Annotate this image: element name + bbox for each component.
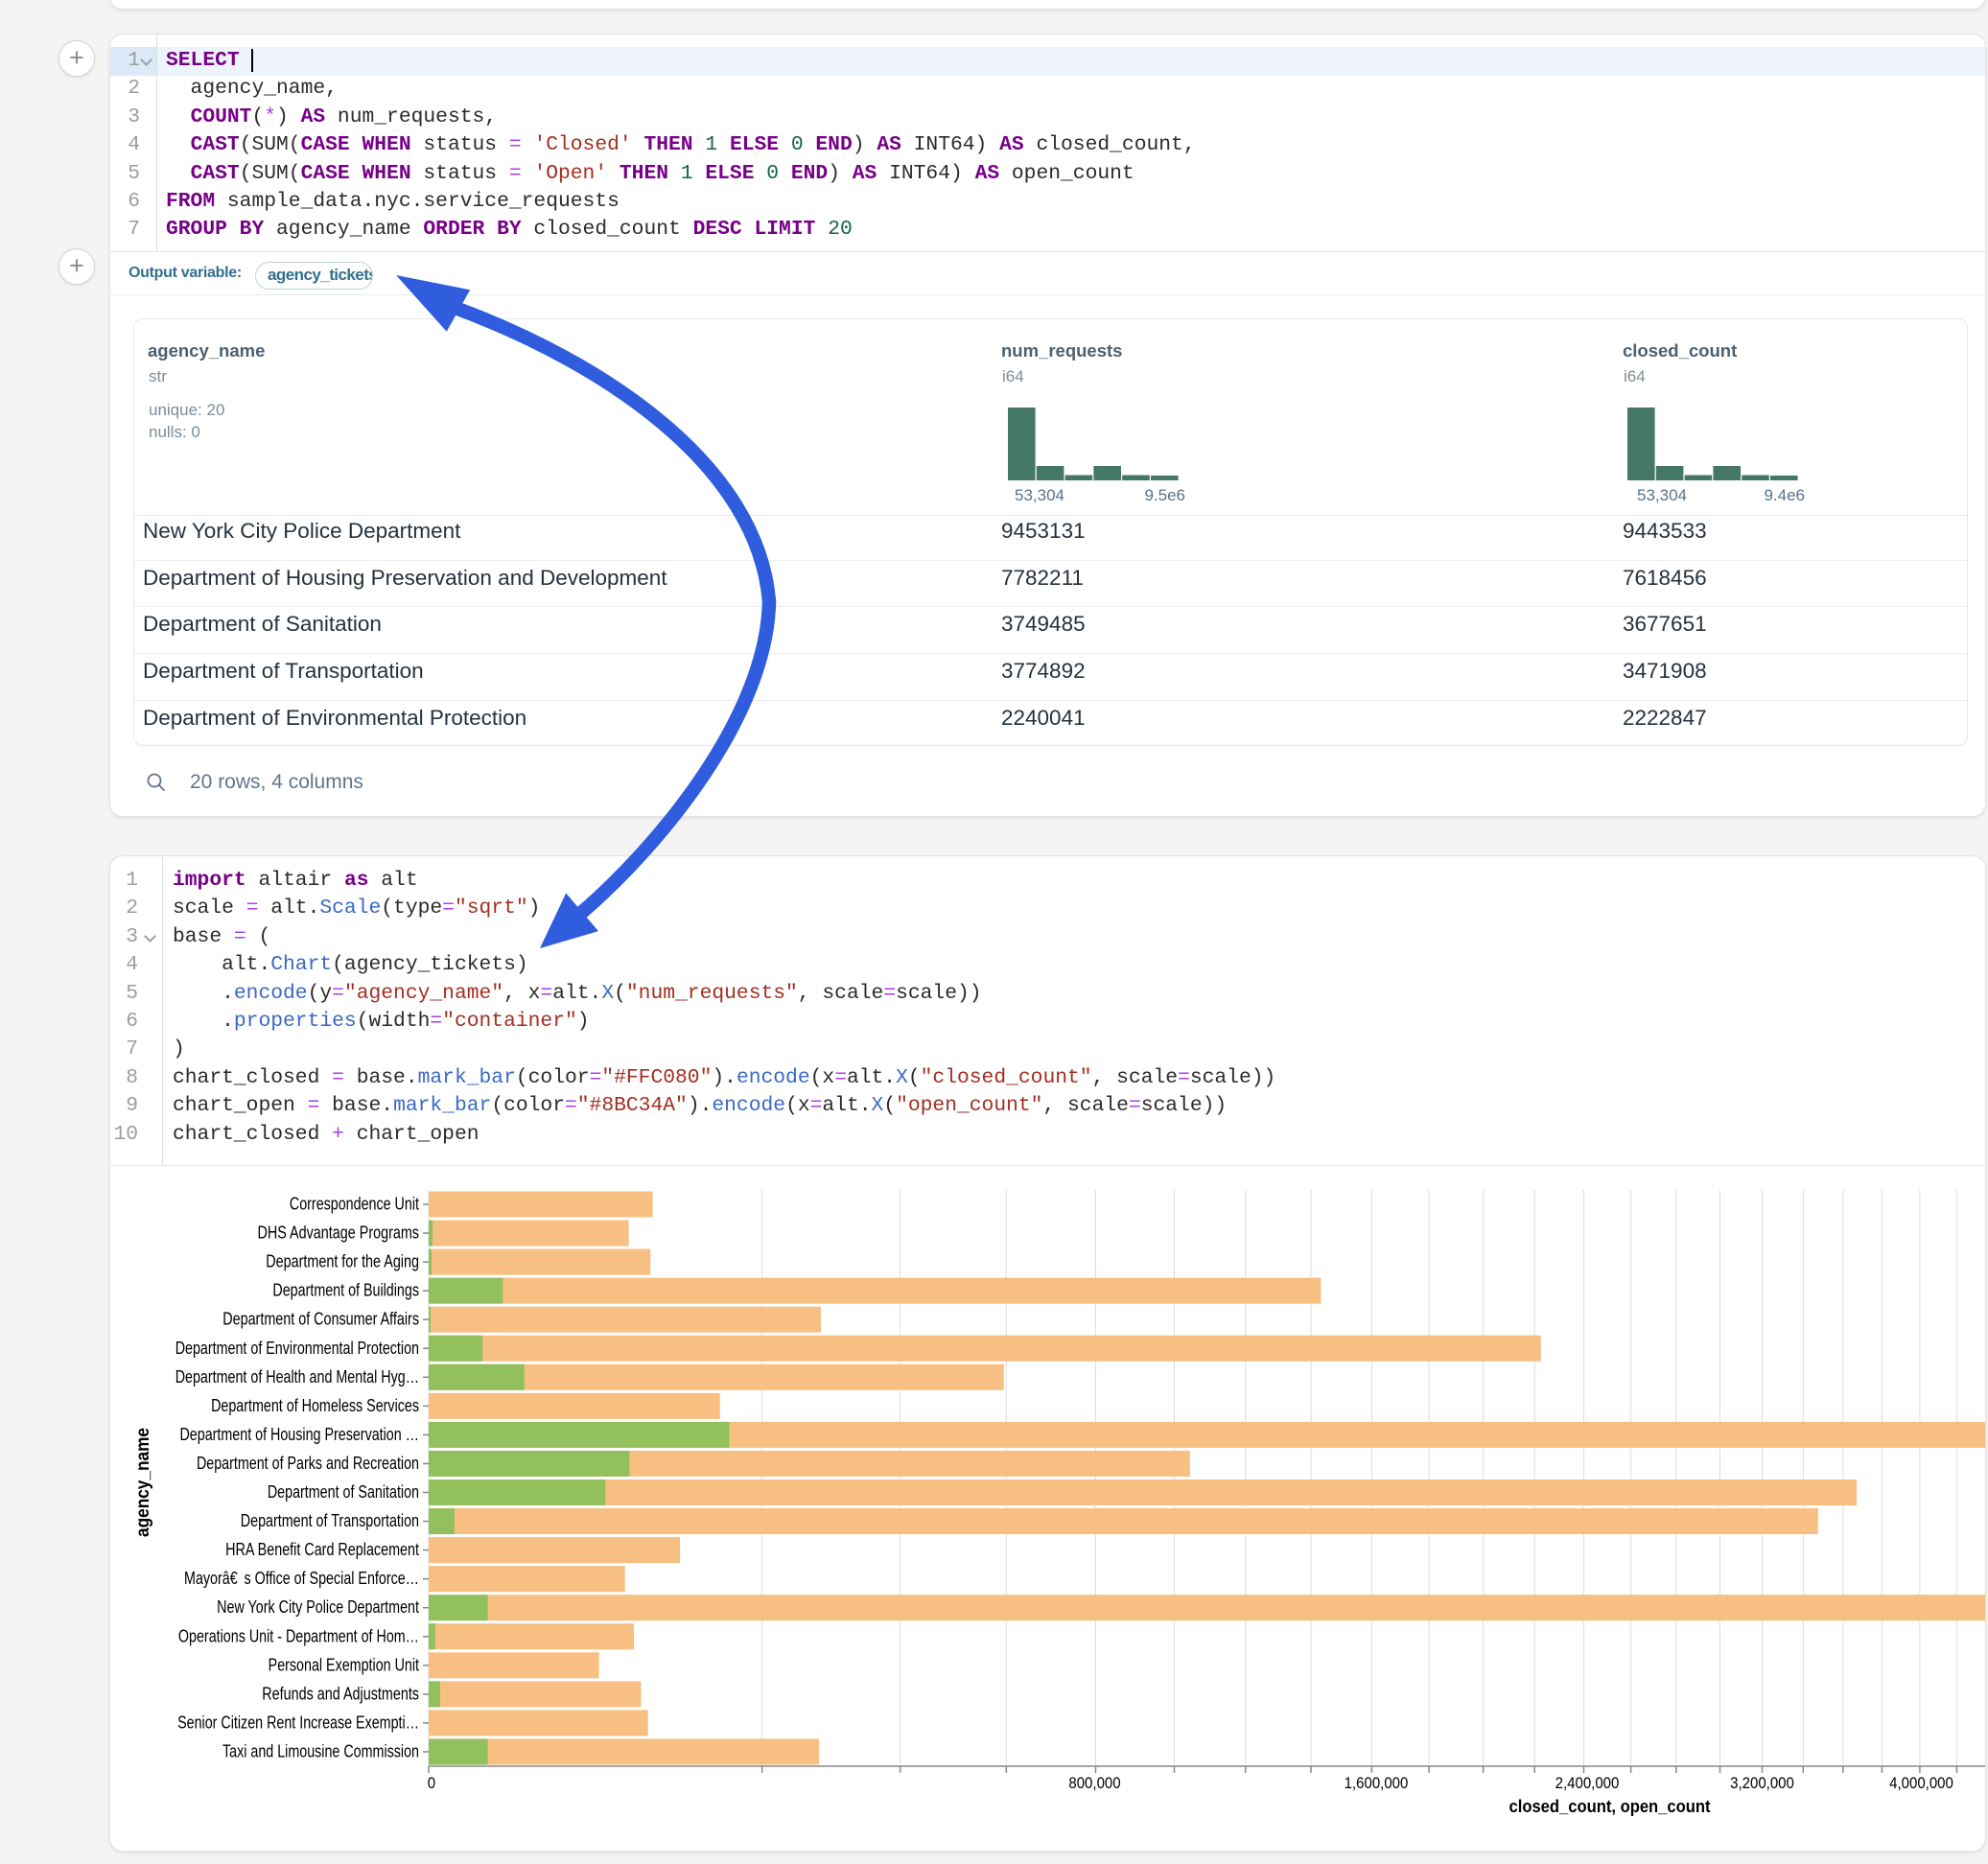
svg-text:closed_count, open_count: closed_count, open_count [1509,1796,1711,1816]
svg-text:Refunds and Adjustments: Refunds and Adjustments [262,1684,419,1703]
svg-text:1,600,000: 1,600,000 [1345,1775,1409,1792]
svg-text:DHS Advantage Programs: DHS Advantage Programs [258,1223,419,1243]
svg-text:Department of Environmental Pr: Department of Environmental Protection [175,1339,419,1358]
svg-text:Department of Housing Preserva: Department of Housing Preservation … [179,1425,419,1444]
svg-text:4,000,000: 4,000,000 [1889,1775,1953,1792]
svg-text:3,200,000: 3,200,000 [1730,1775,1794,1792]
svg-text:2,400,000: 2,400,000 [1555,1775,1620,1792]
svg-text:Department of Parks and Recrea: Department of Parks and Recreation [197,1454,419,1473]
svg-text:New York City Police Departmen: New York City Police Department [217,1597,419,1617]
svg-text:Mayorâ€ s Office of Special E: Mayorâ€ s Office of Special Enforce… [184,1569,419,1588]
svg-text:Personal Exemption Unit: Personal Exemption Unit [269,1655,419,1674]
svg-text:Department for the Aging: Department for the Aging [266,1252,419,1271]
svg-text:Department of Consumer Affairs: Department of Consumer Affairs [222,1310,419,1329]
svg-text:agency_name: agency_name [133,1428,153,1537]
svg-text:HRA Benefit Card Replacement: HRA Benefit Card Replacement [225,1540,419,1559]
svg-text:Taxi and Limousine Commission: Taxi and Limousine Commission [222,1741,419,1760]
svg-text:Senior Citizen Rent Increase E: Senior Citizen Rent Increase Exempti… [177,1713,419,1732]
svg-text:800,000: 800,000 [1068,1775,1120,1792]
svg-text:Department of Transportation: Department of Transportation [241,1511,419,1530]
svg-text:0: 0 [428,1775,435,1792]
svg-text:Department of Buildings: Department of Buildings [272,1281,419,1300]
svg-text:Department of Homeless Service: Department of Homeless Services [211,1396,419,1415]
svg-text:Department of Sanitation: Department of Sanitation [268,1482,419,1502]
svg-text:Operations Unit - Department o: Operations Unit - Department of Hom… [178,1626,419,1645]
svg-text:Department of Health and Menta: Department of Health and Mental Hyg… [175,1367,419,1386]
svg-text:Correspondence Unit: Correspondence Unit [290,1195,419,1214]
